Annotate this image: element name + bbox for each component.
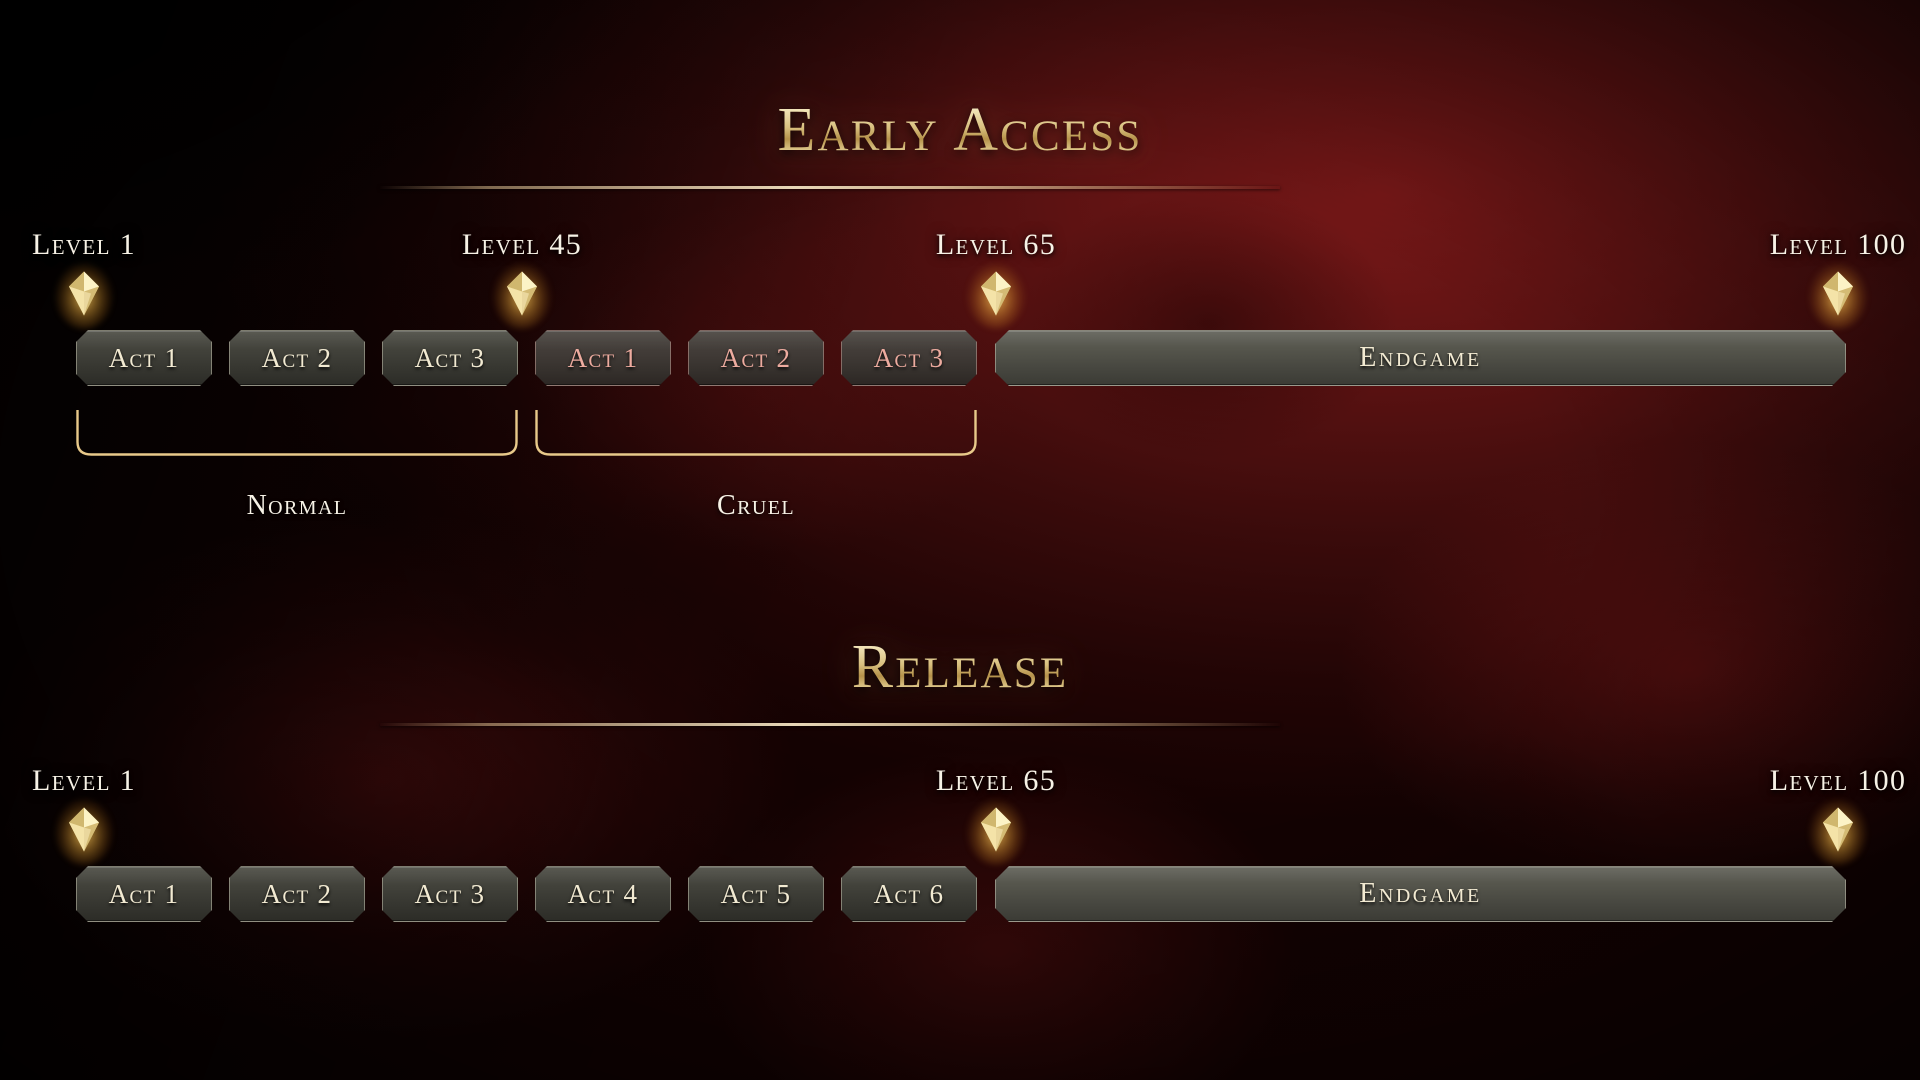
gem-icon: [69, 807, 99, 857]
difficulty-bracket: [76, 408, 518, 456]
act-button[interactable]: Act 1: [76, 866, 212, 922]
difficulty-bracket: [535, 408, 977, 456]
level-marker-label: Level 65: [935, 228, 1057, 261]
gold-gem-marker-icon: [967, 263, 1025, 329]
timeline-infographic: Early Access Level 1 Level 45 Level 65 L…: [0, 0, 1920, 1080]
gem-shape-icon: [981, 807, 1011, 852]
gold-gem-marker-icon: [1809, 263, 1867, 329]
act-button[interactable]: Act 5: [688, 866, 824, 922]
gold-gem-marker-icon: [1809, 799, 1867, 865]
act-button[interactable]: Act 1: [76, 330, 212, 386]
bracket-line-icon: [76, 408, 518, 456]
endgame-bar[interactable]: Endgame: [995, 866, 1846, 922]
level-marker-label: Level 100: [1769, 764, 1907, 797]
difficulty-label: Cruel: [717, 490, 795, 521]
gold-gem-marker-icon: [55, 799, 113, 865]
level-marker-label: Level 1: [32, 764, 136, 797]
title-divider-early-access: [380, 186, 1280, 189]
level-marker-label: Level 45: [461, 228, 583, 261]
endgame-bar[interactable]: Endgame: [995, 330, 1846, 386]
acts-row-early-access: Act 1 Act 2 Act 3 Act 1 Act 2 Act 3 Endgame: [0, 330, 1920, 386]
gem-icon: [69, 271, 99, 321]
gem-shape-icon: [1823, 271, 1853, 316]
gem-icon: [507, 271, 537, 321]
gem-icon: [981, 807, 1011, 857]
act-button[interactable]: Act 2: [229, 866, 365, 922]
act-button[interactable]: Act 2: [229, 330, 365, 386]
level-marker-label: Level 65: [935, 764, 1057, 797]
difficulty-label: Normal: [246, 490, 348, 521]
gold-gem-marker-icon: [493, 263, 551, 329]
level-marker-label: Level 100: [1769, 228, 1907, 261]
act-button[interactable]: Act 6: [841, 866, 977, 922]
gem-icon: [1823, 807, 1853, 857]
acts-row-release: Act 1 Act 2 Act 3 Act 4 Act 5 Act 6 Endgame: [0, 866, 1920, 922]
gem-shape-icon: [69, 807, 99, 852]
bracket-line-icon: [535, 408, 977, 456]
gem-shape-icon: [507, 271, 537, 316]
act-button[interactable]: Act 1: [535, 330, 671, 386]
act-button[interactable]: Act 4: [535, 866, 671, 922]
gold-gem-marker-icon: [967, 799, 1025, 865]
act-button[interactable]: Act 2: [688, 330, 824, 386]
gem-shape-icon: [1823, 807, 1853, 852]
gem-icon: [1823, 271, 1853, 321]
section-title-release: Release: [0, 632, 1920, 703]
act-button[interactable]: Act 3: [382, 866, 518, 922]
act-button[interactable]: Act 3: [841, 330, 977, 386]
gem-shape-icon: [981, 271, 1011, 316]
gold-gem-marker-icon: [55, 263, 113, 329]
title-divider-release: [380, 723, 1280, 726]
gem-shape-icon: [69, 271, 99, 316]
level-marker-label: Level 1: [32, 228, 136, 261]
gem-icon: [981, 271, 1011, 321]
section-title-early-access: Early Access: [0, 95, 1920, 166]
act-button[interactable]: Act 3: [382, 330, 518, 386]
